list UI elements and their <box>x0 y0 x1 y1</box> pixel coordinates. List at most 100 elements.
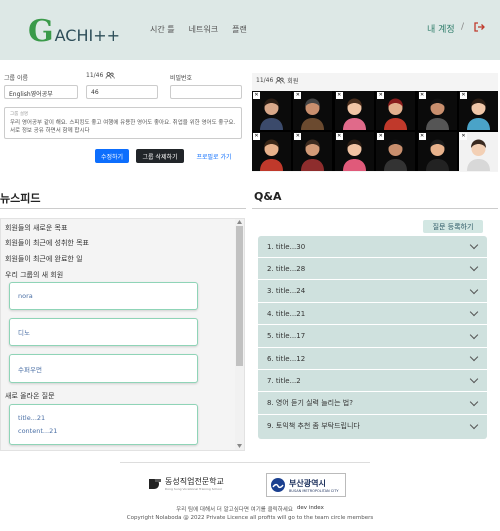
members-label: 회원 <box>287 78 299 85</box>
qa-item[interactable]: 7. title...2 <box>258 370 487 393</box>
chevron-down-icon[interactable] <box>469 307 479 317</box>
main-nav: 시간 틀 네트워크 플랜 <box>150 24 247 35</box>
busan-sub: BUSAN METROPOLITAN CITY <box>289 488 339 493</box>
member-avatar[interactable]: ✕ <box>334 132 374 171</box>
chevron-down-icon[interactable] <box>469 420 479 429</box>
go-profile-button[interactable]: 프로필로 가기 <box>191 149 237 163</box>
chevron-down-icon[interactable] <box>469 330 479 339</box>
member-avatar[interactable]: ✕ <box>293 132 333 171</box>
remove-member-icon[interactable]: ✕ <box>418 133 426 140</box>
qa-item-title: 7. title...2 <box>267 376 301 385</box>
scroll-up-icon[interactable] <box>237 220 242 224</box>
password-input[interactable] <box>170 85 242 99</box>
chevron-down-icon[interactable] <box>469 375 479 384</box>
remove-member-icon[interactable]: ✕ <box>377 133 385 140</box>
member-avatar[interactable]: ✕ <box>252 91 291 130</box>
member-count-text: 11/46 <box>86 72 104 79</box>
member-count-label: 11/46 <box>86 72 115 79</box>
member-avatar[interactable]: ✕ <box>458 132 498 171</box>
qa-item-title: 8. 영어 듣기 실력 늘리는 법? <box>267 399 353 408</box>
group-name-input[interactable]: English영어공부 <box>4 85 78 99</box>
remove-member-icon[interactable]: ✕ <box>459 92 467 99</box>
logo-text: ACHI++ <box>54 26 121 45</box>
footer-divider <box>120 462 370 463</box>
new-member-card[interactable]: 수퍼우먼 <box>9 354 198 383</box>
dongsung-sub: Dong Sung Vocational Training School <box>165 487 222 491</box>
qa-item-title: 5. title...17 <box>267 332 306 341</box>
new-member-card[interactable]: nora <box>9 282 198 310</box>
feed-line-achieved-goals[interactable]: 회원들이 최근에 성취한 목표 <box>5 238 89 248</box>
member-avatar-grid: ✕ ✕ ✕ ✕ ✕ ✕ ✕ ✕ ✕ ✕ ✕ ✕ <box>252 91 498 171</box>
new-member-card[interactable]: 디노 <box>9 318 198 346</box>
member-avatar[interactable]: ✕ <box>458 91 498 130</box>
chevron-down-icon[interactable] <box>469 352 479 362</box>
dev-index-link[interactable]: dev index <box>297 505 324 513</box>
remove-member-icon[interactable]: ✕ <box>335 92 343 99</box>
feed-line-completed-tasks[interactable]: 회원들이 최근에 완료한 일 <box>5 254 83 264</box>
member-avatar[interactable]: ✕ <box>376 132 416 171</box>
scroll-down-icon[interactable] <box>237 444 242 448</box>
remove-member-icon[interactable]: ✕ <box>294 133 302 140</box>
feed-scrollbar-thumb[interactable] <box>236 226 243 366</box>
qa-divider <box>252 208 498 209</box>
dongsung-name: 동성직업전문학교 <box>165 477 224 486</box>
remove-member-icon[interactable]: ✕ <box>335 133 343 140</box>
qa-item[interactable]: 8. 영어 듣기 실력 늘리는 법? <box>258 393 487 415</box>
chevron-down-icon[interactable] <box>469 397 479 407</box>
chevron-down-icon[interactable] <box>469 285 479 295</box>
qa-item[interactable]: 5. title...17 <box>258 326 487 348</box>
qa-item-title: 6. title...12 <box>267 354 306 363</box>
people-icon <box>105 72 115 79</box>
feed-line-new-members: 우리 그룹의 새 회원 <box>5 271 64 279</box>
remove-member-icon[interactable]: ✕ <box>377 92 385 99</box>
remove-member-icon[interactable]: ✕ <box>253 92 260 99</box>
member-avatar[interactable]: ✕ <box>252 132 291 171</box>
qa-item[interactable]: 1. title...30 <box>258 236 487 258</box>
members-panel: 11/46 회원 ✕ ✕ ✕ ✕ ✕ ✕ ✕ ✕ ✕ ✕ ✕ ✕ <box>252 73 498 172</box>
nav-network[interactable]: 네트워크 <box>189 24 218 35</box>
gachi-logo[interactable]: G ACHI++ <box>28 17 120 47</box>
group-description-textarea[interactable]: 그룹 설명 우리 영어공부 같이 해요. 스피킹도 좋고 여행에 유용한 영어도… <box>4 107 242 139</box>
password-label: 비밀번호 <box>170 75 193 82</box>
group-name-label: 그룹 이름 <box>4 75 28 82</box>
remove-member-icon[interactable]: ✕ <box>253 133 260 140</box>
feed-line-new-questions: 새로 올라온 질문 <box>5 392 55 400</box>
feed-line-new-goals[interactable]: 회원들의 새로운 목표 <box>5 223 67 233</box>
busan-emblem-icon <box>271 478 285 492</box>
remove-member-icon[interactable]: ✕ <box>459 133 467 140</box>
qa-item-title: 2. title...28 <box>267 264 306 273</box>
description-label: 그룹 설명 <box>10 112 28 117</box>
edit-group-button[interactable]: 수정하기 <box>95 149 129 163</box>
qa-item[interactable]: 4. title...21 <box>258 303 487 326</box>
remove-member-icon[interactable]: ✕ <box>418 92 426 99</box>
question-title: title...21 <box>18 414 46 422</box>
qa-item[interactable]: 9. 토익책 추천 좀 부탁드립니다 <box>258 415 487 437</box>
nav-separator: / <box>461 22 465 32</box>
remove-member-icon[interactable]: ✕ <box>294 92 302 99</box>
footer-copyright: Copyright Nolaboda @ 2022 Private Licenc… <box>126 515 374 521</box>
qa-item-title: 1. title...30 <box>267 242 306 251</box>
busan-name: 부산광역시 <box>289 478 326 488</box>
delete-group-button[interactable]: 그룹 삭제하기 <box>136 149 184 163</box>
qa-title: Q&A <box>254 190 282 203</box>
nav-plan[interactable]: 플랜 <box>232 24 247 35</box>
footer-info-text[interactable]: 우리 팀에 대해서 더 알고싶다면 여기를 클릭하세요 <box>176 505 293 513</box>
qa-item[interactable]: 3. title...24 <box>258 281 487 303</box>
qa-item[interactable]: 2. title...28 <box>258 258 487 281</box>
nav-timetable[interactable]: 시간 틀 <box>150 24 175 35</box>
my-account-link[interactable]: 내 계정 <box>427 22 455 35</box>
member-limit-input[interactable]: 46 <box>86 85 158 99</box>
member-avatar[interactable]: ✕ <box>376 91 416 130</box>
members-count: 11/46 <box>256 77 274 84</box>
qa-item[interactable]: 6. title...12 <box>258 348 487 370</box>
member-avatar[interactable]: ✕ <box>417 91 457 130</box>
dongsung-logo: 동성직업전문학교 Dong Sung Vocational Training S… <box>148 476 224 491</box>
chevron-down-icon[interactable] <box>469 240 479 250</box>
register-question-button[interactable]: 질문 등록하기 <box>423 220 483 233</box>
member-avatar[interactable]: ✕ <box>293 91 333 130</box>
chevron-down-icon[interactable] <box>469 263 479 272</box>
logout-icon[interactable] <box>473 21 485 33</box>
new-question-card[interactable]: title...21 content...21 <box>9 404 198 445</box>
member-avatar[interactable]: ✕ <box>417 132 457 171</box>
member-avatar[interactable]: ✕ <box>334 91 374 130</box>
